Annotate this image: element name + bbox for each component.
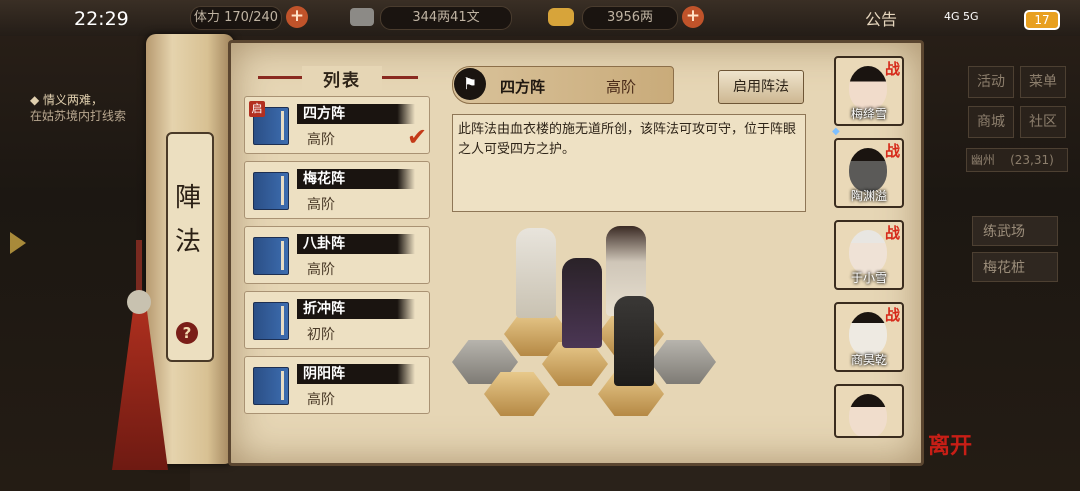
stamina-counter: 体力 170/240 [190, 6, 282, 30]
battery-icon: 17 [1024, 10, 1060, 30]
menu-button[interactable]: 菜单 [1020, 66, 1066, 98]
book-icon [253, 237, 289, 275]
character-card[interactable]: 战 于小雪 [834, 220, 904, 290]
formation-tier: 高阶 [307, 132, 335, 148]
detail-formation-tier: 高阶 [606, 78, 637, 96]
add-stamina-button[interactable]: + [286, 6, 308, 28]
leave-button[interactable]: 离开 [928, 428, 972, 460]
character-portrait [849, 148, 887, 192]
formation-name: 四方阵 [297, 104, 415, 124]
formation-name: 折冲阵 [297, 299, 415, 319]
character-portrait [849, 312, 887, 356]
battle-tag: 战 [884, 60, 900, 78]
announcement-button[interactable]: 公告 [865, 6, 897, 30]
copper-coin-icon [350, 8, 374, 26]
book-icon [253, 172, 289, 210]
formation-unit [562, 258, 602, 348]
battle-tag: 战 [884, 224, 900, 242]
character-portrait [849, 230, 887, 274]
place-training-ground[interactable]: 练武场 [972, 216, 1058, 246]
enabled-badge: 启 [249, 101, 265, 117]
formation-item[interactable]: 折冲阵 初阶 [244, 291, 430, 349]
quest-desc: 在姑苏境内打线索 [30, 109, 127, 123]
formation-item[interactable]: 阴阳阵 高阶 [244, 356, 430, 414]
character-portrait [849, 66, 887, 110]
formation-name: 梅花阵 [297, 169, 415, 189]
level-marker-icon: ◆ [832, 126, 840, 137]
battle-tag: 战 [884, 142, 900, 160]
character-card[interactable]: 战 商昊乾 [834, 302, 904, 372]
add-silver-button[interactable]: + [682, 6, 704, 28]
status-time: 22:29 [74, 8, 129, 30]
community-button[interactable]: 社区 [1020, 106, 1066, 138]
book-icon [253, 367, 289, 405]
battle-tag: 战 [884, 306, 900, 324]
formation-unit [516, 228, 556, 318]
formation-item[interactable]: 梅花阵 高阶 [244, 161, 430, 219]
silver-ingot-icon [548, 8, 574, 26]
quest-title: ◆ 情义两难， [30, 93, 104, 107]
formation-tier: 初阶 [307, 327, 335, 343]
formation-item[interactable]: 八卦阵 高阶 [244, 226, 430, 284]
formation-description: 此阵法由血衣楼的施无道所创，该阵法可攻可守，位于阵眼之人可受四方之护。 [458, 122, 797, 157]
shop-button[interactable]: 商城 [968, 106, 1014, 138]
formation-unit [614, 296, 654, 386]
list-title: 列表 [302, 66, 382, 91]
character-card[interactable] [834, 384, 904, 438]
character-name: 于小雪 [850, 271, 887, 285]
top-resource-bar [0, 0, 1080, 36]
flag-icon: ⚑ [454, 68, 486, 100]
place-plum-stakes[interactable]: 梅花桩 [972, 252, 1058, 282]
character-name: 梅绛雪 [850, 107, 887, 121]
network-signal-icon: 4G 5G [944, 10, 979, 23]
book-icon [253, 302, 289, 340]
activity-button[interactable]: 活动 [968, 66, 1014, 98]
silver-counter: 3956两 [582, 6, 678, 30]
help-icon[interactable]: ? [176, 322, 198, 344]
formation-name: 八卦阵 [297, 234, 415, 254]
formation-tier: 高阶 [307, 197, 335, 213]
enable-formation-button[interactable]: 启用阵法 [718, 70, 804, 104]
location-display: 幽州 (23,31) [966, 148, 1068, 172]
quest-tracker[interactable]: ◆ 情义两难， 在姑苏境内打线索 [30, 92, 140, 124]
formation-item[interactable]: 启 四方阵 高阶 ✔ [244, 96, 430, 154]
checkmark-icon: ✔ [407, 123, 428, 151]
page-title: 陣法 [174, 183, 201, 257]
character-card[interactable]: 战 陶渊溢 [834, 138, 904, 208]
copper-counter: 344两41文 [380, 6, 512, 30]
character-card[interactable]: 战 梅绛雪 [834, 56, 904, 126]
jade-bead-icon [127, 290, 151, 314]
detail-formation-name: 四方阵 [500, 78, 546, 96]
formation-tier: 高阶 [307, 262, 335, 278]
character-name: 商昊乾 [850, 353, 887, 367]
formation-tier: 高阶 [307, 392, 335, 408]
character-name: 陶渊溢 [850, 189, 887, 203]
character-portrait [849, 394, 887, 436]
formation-name: 阴阳阵 [297, 364, 415, 384]
